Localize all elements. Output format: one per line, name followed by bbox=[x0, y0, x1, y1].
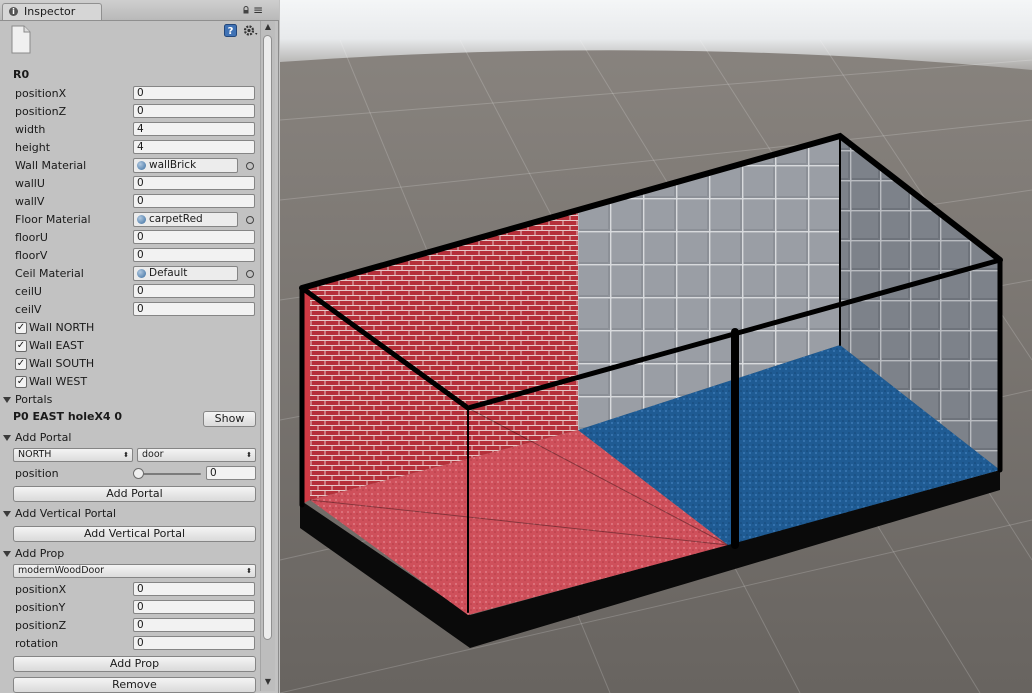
scroll-up-icon[interactable]: ▲ bbox=[263, 22, 273, 32]
wall-west-label: Wall WEST bbox=[29, 375, 88, 388]
lock-icon[interactable] bbox=[243, 6, 249, 14]
prop-select[interactable]: modernWoodDoor ⬍ bbox=[13, 564, 256, 578]
portals-header[interactable]: Portals bbox=[15, 393, 52, 406]
ceilu-label: ceilU bbox=[15, 285, 42, 298]
add-prop-header[interactable]: Add Prop bbox=[15, 547, 64, 560]
ceilu-field[interactable]: 0 bbox=[133, 284, 255, 298]
remove-button[interactable]: Remove bbox=[13, 677, 256, 693]
dropdown-arrow-icon: ⬍ bbox=[246, 451, 252, 459]
floorv-label: floorV bbox=[15, 249, 48, 262]
floorv-field[interactable]: 0 bbox=[133, 248, 255, 262]
inspector-scrollbar[interactable]: ▲ ▼ bbox=[260, 21, 275, 691]
dropdown-arrow-icon: ⬍ bbox=[246, 567, 252, 575]
add-portal-header[interactable]: Add Portal bbox=[15, 431, 71, 444]
flooru-field[interactable]: 0 bbox=[133, 230, 255, 244]
ceil-material-label: Ceil Material bbox=[15, 267, 84, 280]
portals-foldout-icon[interactable] bbox=[3, 397, 11, 403]
portal-direction-select[interactable]: NORTH ⬍ bbox=[13, 448, 133, 462]
prop-positionz-label: positionZ bbox=[15, 619, 67, 632]
inspector-tabbar: i Inspector ≡ bbox=[0, 0, 279, 21]
floor-material-value: carpetRed bbox=[149, 213, 203, 225]
file-icon bbox=[11, 25, 31, 54]
prop-value: modernWoodDoor bbox=[18, 565, 105, 576]
prop-positionx-field[interactable]: 0 bbox=[133, 582, 255, 596]
portal-entry: P0 EAST holeX4 0 bbox=[13, 410, 123, 423]
portal-position-slider[interactable] bbox=[137, 473, 201, 475]
slider-thumb[interactable] bbox=[133, 468, 144, 479]
portal-type-select[interactable]: door ⬍ bbox=[137, 448, 256, 462]
width-field[interactable]: 4 bbox=[133, 122, 255, 136]
prop-rotation-label: rotation bbox=[15, 637, 59, 650]
ceil-material-field[interactable]: Default bbox=[133, 266, 238, 281]
wall-east-checkbox[interactable]: ✓ bbox=[15, 340, 27, 352]
width-label: width bbox=[15, 123, 46, 136]
positionz-label: positionZ bbox=[15, 105, 67, 118]
add-portal-foldout-icon[interactable] bbox=[3, 435, 11, 441]
add-portal-button[interactable]: Add Portal bbox=[13, 486, 256, 502]
wall-south-label: Wall SOUTH bbox=[29, 357, 95, 370]
help-icon[interactable]: ? bbox=[224, 24, 237, 37]
wallv-label: wallV bbox=[15, 195, 45, 208]
positionz-field[interactable]: 0 bbox=[133, 104, 255, 118]
portal-position-label: position bbox=[15, 467, 59, 480]
tab-inspector[interactable]: i Inspector bbox=[2, 3, 102, 20]
wallu-field[interactable]: 0 bbox=[133, 176, 255, 190]
prop-positionx-label: positionX bbox=[15, 583, 67, 596]
wall-north-checkbox[interactable]: ✓ bbox=[15, 322, 27, 334]
prop-positiony-field[interactable]: 0 bbox=[133, 600, 255, 614]
gear-icon[interactable] bbox=[243, 24, 259, 37]
inspector-content: ? R0 positionX 0 positionZ 0 width 4 hei… bbox=[0, 21, 260, 693]
ceilv-field[interactable]: 0 bbox=[133, 302, 255, 316]
material-sphere-icon bbox=[137, 161, 146, 170]
positionx-label: positionX bbox=[15, 87, 67, 100]
scroll-down-icon[interactable]: ▼ bbox=[263, 677, 273, 687]
portal-type-value: door bbox=[142, 449, 164, 460]
info-icon: i bbox=[9, 7, 18, 16]
object-picker-icon[interactable] bbox=[246, 162, 254, 170]
positionx-field[interactable]: 0 bbox=[133, 86, 255, 100]
ceilv-label: ceilV bbox=[15, 303, 42, 316]
object-picker-icon[interactable] bbox=[246, 216, 254, 224]
wall-material-value: wallBrick bbox=[149, 159, 197, 171]
wall-west-checkbox[interactable]: ✓ bbox=[15, 376, 27, 388]
scene-view[interactable] bbox=[280, 0, 1032, 693]
material-sphere-icon bbox=[137, 215, 146, 224]
svg-text:?: ? bbox=[228, 26, 234, 37]
add-prop-button[interactable]: Add Prop bbox=[13, 656, 256, 672]
wall-material-field[interactable]: wallBrick bbox=[133, 158, 238, 173]
add-vertical-portal-header[interactable]: Add Vertical Portal bbox=[15, 507, 116, 520]
add-vertical-portal-foldout-icon[interactable] bbox=[3, 511, 11, 517]
inspector-panel: i Inspector ≡ ? R0 positionX 0 positionZ… bbox=[0, 0, 279, 693]
dropdown-arrow-icon: ⬍ bbox=[123, 451, 129, 459]
prop-positiony-label: positionY bbox=[15, 601, 66, 614]
wall-south-checkbox[interactable]: ✓ bbox=[15, 358, 27, 370]
floor-material-label: Floor Material bbox=[15, 213, 91, 226]
height-field[interactable]: 4 bbox=[133, 140, 255, 154]
wall-material-label: Wall Material bbox=[15, 159, 87, 172]
portal-position-field[interactable]: 0 bbox=[206, 466, 256, 480]
add-vertical-portal-button[interactable]: Add Vertical Portal bbox=[13, 526, 256, 542]
show-portal-button[interactable]: Show bbox=[203, 411, 256, 427]
object-title: R0 bbox=[13, 68, 30, 81]
floor-material-field[interactable]: carpetRed bbox=[133, 212, 238, 227]
wall-north-label: Wall NORTH bbox=[29, 321, 95, 334]
wallu-label: wallU bbox=[15, 177, 45, 190]
wall-east-label: Wall EAST bbox=[29, 339, 84, 352]
tab-label: Inspector bbox=[24, 5, 76, 18]
flooru-label: floorU bbox=[15, 231, 48, 244]
prop-positionz-field[interactable]: 0 bbox=[133, 618, 255, 632]
scrollbar-thumb[interactable] bbox=[263, 35, 272, 640]
height-label: height bbox=[15, 141, 51, 154]
object-picker-icon[interactable] bbox=[246, 270, 254, 278]
wallv-field[interactable]: 0 bbox=[133, 194, 255, 208]
prop-rotation-field[interactable]: 0 bbox=[133, 636, 255, 650]
add-prop-foldout-icon[interactable] bbox=[3, 551, 11, 557]
ceil-material-value: Default bbox=[149, 267, 188, 279]
material-sphere-icon bbox=[137, 269, 146, 278]
portal-direction-value: NORTH bbox=[18, 449, 52, 460]
menu-icon[interactable]: ≡ bbox=[253, 3, 263, 17]
